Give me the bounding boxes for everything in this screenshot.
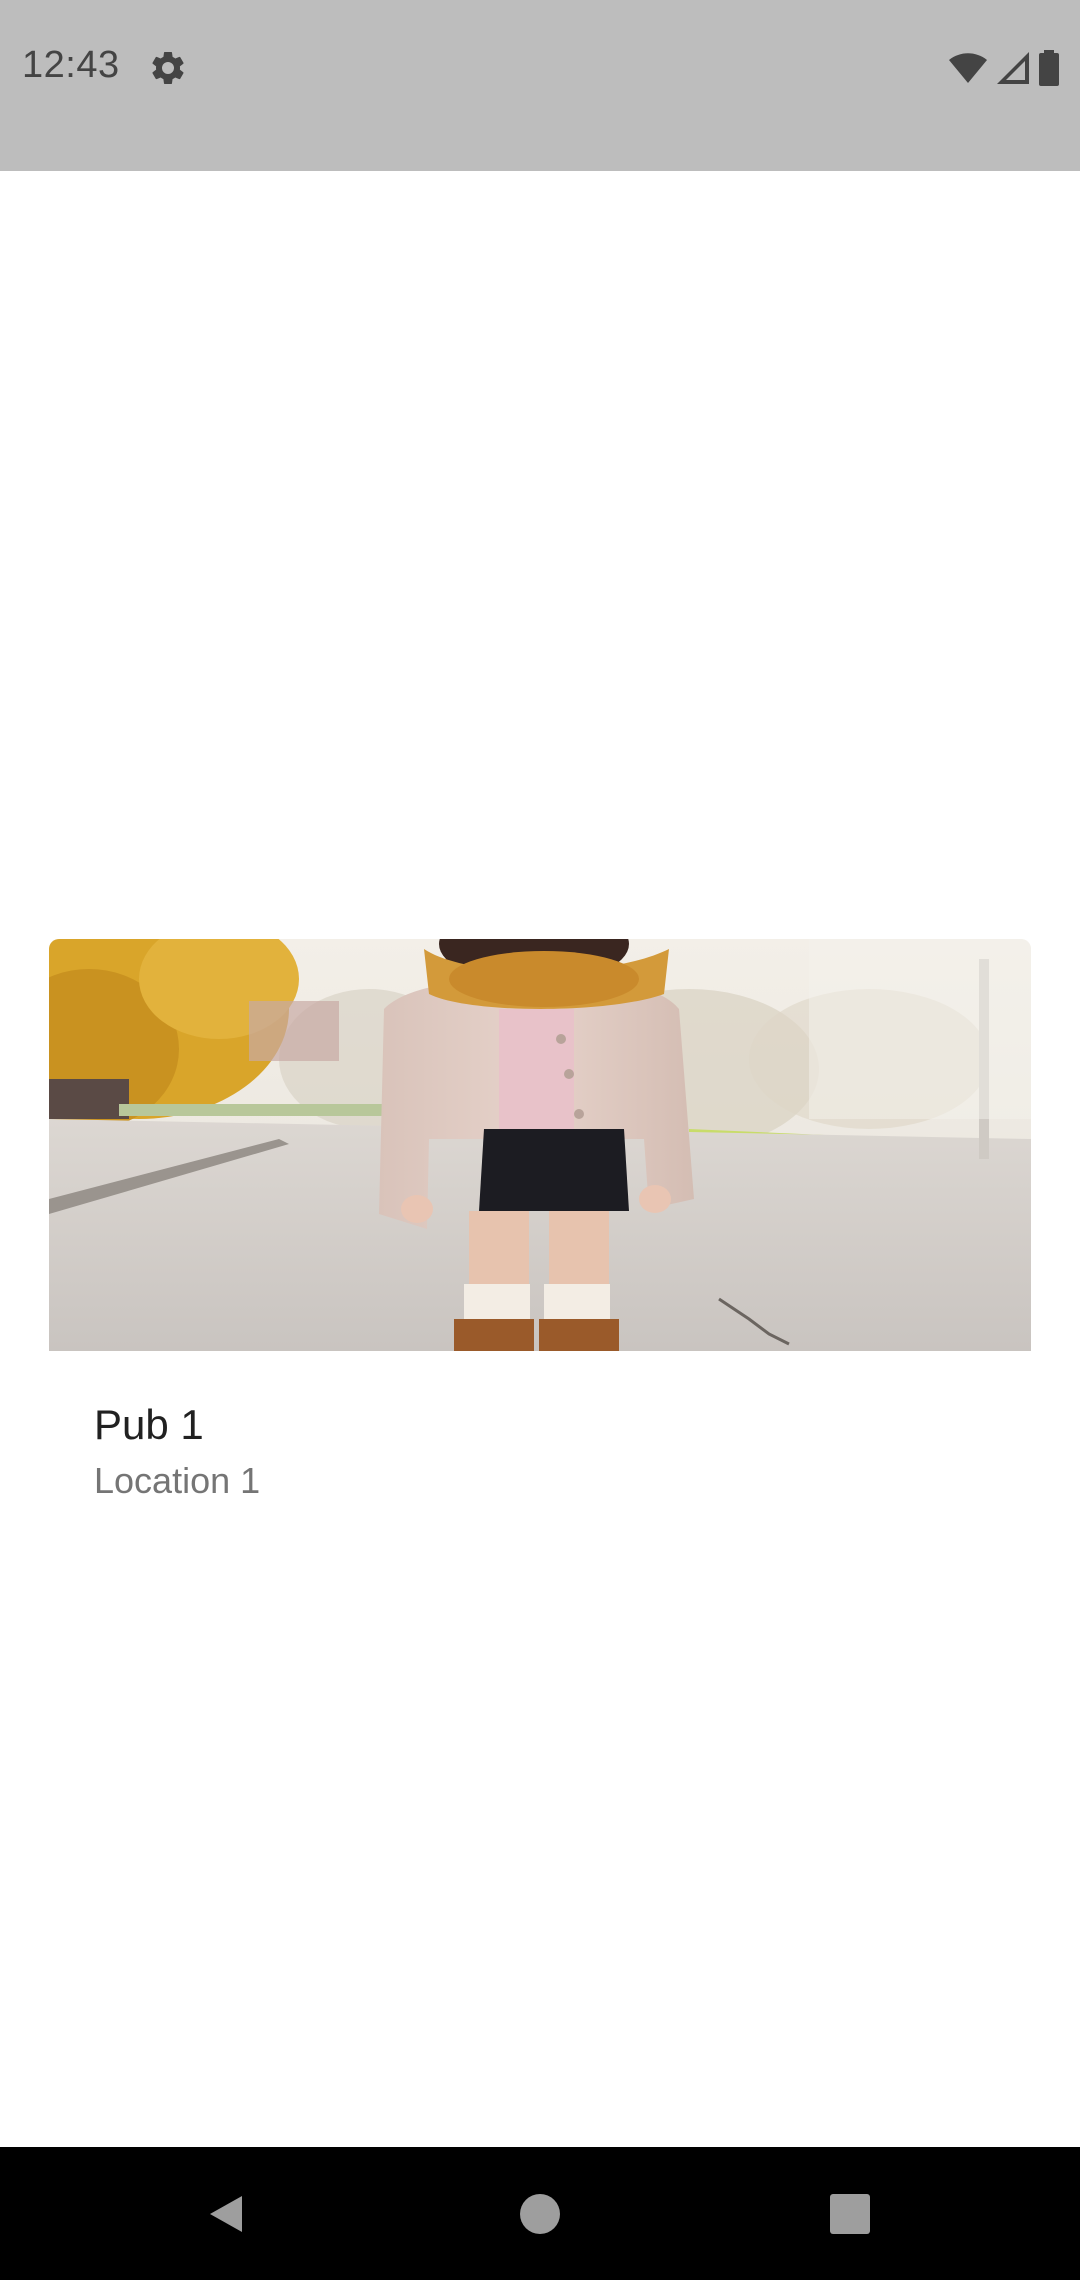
pub-location: Location 1 [94,1460,261,1501]
recents-button[interactable] [770,2147,930,2280]
main-content: Pub 1 Location 1 [0,171,1080,2147]
status-bar: 12:43 [0,0,1080,171]
wifi-icon [949,53,987,83]
back-icon [210,2195,242,2232]
pub-card[interactable]: Pub 1 Location 1 [49,939,1031,1501]
back-button[interactable] [146,2147,306,2280]
pub-image [49,939,1031,1351]
home-button[interactable] [460,2147,620,2280]
signal-icon [997,52,1029,84]
pub-title: Pub 1 [94,1401,204,1448]
home-icon [520,2193,560,2234]
navigation-bar [0,2147,1080,2280]
battery-icon [1039,50,1059,86]
recents-icon [830,2193,870,2234]
status-icons [948,48,1060,88]
status-time: 12:43 [22,44,120,86]
gear-icon [152,51,184,84]
